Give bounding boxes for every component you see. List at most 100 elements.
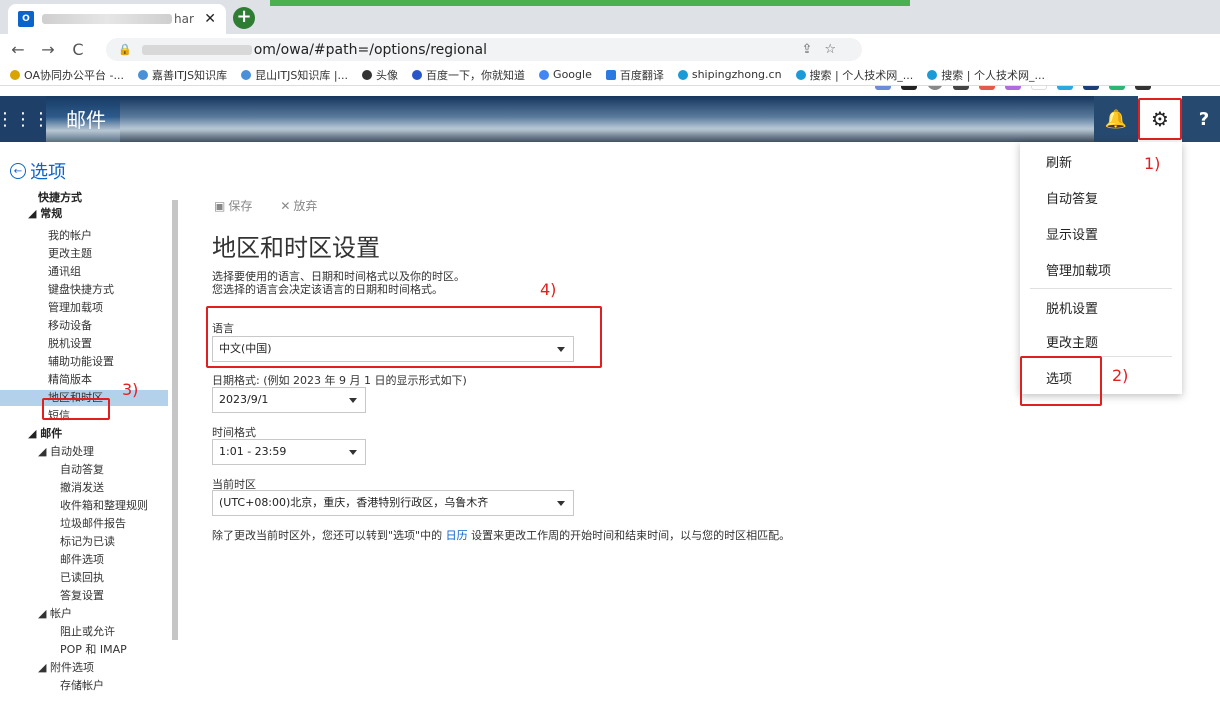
tab-strip-accent — [270, 0, 910, 6]
nav-item[interactable]: 垃圾邮件报告 — [0, 516, 168, 532]
site-icon — [677, 69, 688, 80]
nav-item[interactable]: 辅助功能设置 — [0, 354, 168, 370]
nav-item[interactable]: 我的帐户 — [0, 228, 168, 244]
nav-item[interactable]: 自动答复 — [0, 462, 168, 478]
back-circle-icon: ← — [10, 163, 26, 179]
bell-icon[interactable]: 🔔 — [1094, 96, 1138, 142]
nav-item[interactable]: 邮件选项 — [0, 552, 168, 568]
menu-options[interactable]: 选项 — [1046, 368, 1072, 387]
menu-divider — [1030, 356, 1172, 357]
desc-line: 选择要使用的语言、日期和时间格式以及你的时区。 — [212, 270, 465, 283]
nav-scrollbar[interactable] — [172, 200, 178, 640]
share-star-icons[interactable]: ⇪☆ — [801, 42, 848, 57]
app-title[interactable]: 邮件 — [66, 104, 106, 133]
menu-change-theme[interactable]: 更改主题 — [1046, 332, 1098, 351]
chevron-down-icon — [557, 501, 565, 506]
nav-item[interactable]: 存储帐户 — [0, 678, 168, 694]
nav-item[interactable]: 答复设置 — [0, 588, 168, 604]
menu-auto-reply[interactable]: 自动答复 — [1046, 188, 1098, 207]
nav-item[interactable]: POP 和 IMAP — [0, 642, 168, 658]
timezone-note: 除了更改当前时区外，您还可以转到"选项"中的 日历 设置来更改工作周的开始时间和… — [212, 529, 791, 542]
bookmark-item[interactable]: OA协同办公平台 -... — [10, 67, 124, 83]
blurred-title — [42, 14, 172, 24]
date-format-label: 日期格式: (例如 2023 年 9 月 1 日的显示形式如下) — [212, 374, 467, 387]
nav-item[interactable]: 已读回执 — [0, 570, 168, 586]
new-tab-button[interactable]: + — [233, 7, 255, 29]
bookmark-icon — [241, 69, 252, 80]
nav-item[interactable]: 标记为已读 — [0, 534, 168, 550]
bookmark-item[interactable]: 百度翻译 — [605, 67, 664, 83]
time-format-select[interactable]: 1:01 - 23:59 — [212, 439, 366, 465]
language-label: 语言 — [212, 322, 234, 335]
desc-line: 您选择的语言会决定该语言的日期和时间格式。 — [212, 283, 443, 296]
nav-item[interactable]: 收件箱和整理规则 — [0, 498, 168, 514]
nav-item[interactable]: 通讯组 — [0, 264, 168, 280]
nav-item[interactable]: 移动设备 — [0, 318, 168, 334]
gear-icon[interactable]: ⚙ — [1138, 96, 1182, 142]
nav-item[interactable]: 脱机设置 — [0, 336, 168, 352]
bookmark-item[interactable]: shipingzhong.cn — [677, 68, 782, 81]
back-arrow-icon[interactable]: ← — [6, 40, 30, 59]
browser-tab-bar: O har ✕ + — [0, 0, 1220, 34]
nav-attach[interactable]: ◢ 附件选项 — [0, 660, 168, 676]
date-format-select[interactable]: 2023/9/1 — [212, 387, 366, 413]
forward-arrow-icon[interactable]: → — [36, 40, 60, 59]
back-to-options[interactable]: ← 选项 — [10, 158, 66, 184]
nav-item[interactable]: 阻止或允许 — [0, 624, 168, 640]
nav-shortcuts[interactable]: 快捷方式 — [0, 190, 168, 206]
bookmark-item[interactable]: 头像 — [362, 67, 398, 83]
menu-manage-addins[interactable]: 管理加载项 — [1046, 260, 1111, 279]
chevron-down-icon — [557, 347, 565, 352]
nav-item[interactable]: 撤消发送 — [0, 480, 168, 496]
nav-item[interactable]: 键盘快捷方式 — [0, 282, 168, 298]
star-icon — [10, 69, 20, 80]
translate-icon — [605, 69, 616, 80]
help-icon[interactable]: ? — [1182, 96, 1220, 142]
bookmark-item[interactable]: 昆山ITJS知识库 |... — [241, 67, 348, 83]
timezone-value: (UTC+08:00)北京，重庆，香港特别行政区，乌鲁木齐 — [219, 496, 489, 509]
nav-item[interactable]: 更改主题 — [0, 246, 168, 262]
menu-display-settings[interactable]: 显示设置 — [1046, 224, 1098, 243]
app-launcher-icon[interactable]: ⋮⋮⋮ — [0, 96, 50, 142]
calendar-link[interactable]: 日历 — [446, 529, 468, 542]
save-icon: ▣ — [214, 199, 226, 213]
menu-divider — [1030, 288, 1172, 289]
nav-general[interactable]: ◢ 常规 — [0, 206, 168, 222]
address-bar-row: ← → C 🔒 om/owa/#path=/options/regional ⇪… — [0, 34, 1220, 90]
bookmark-item[interactable]: 搜索 | 个人技术网_... — [927, 67, 1045, 83]
nav-auto[interactable]: ◢ 自动处理 — [0, 444, 168, 460]
reload-icon[interactable]: C — [66, 40, 90, 59]
bookmark-item[interactable]: 搜索 | 个人技术网_... — [795, 67, 913, 83]
toolbar: ▣ 保存 ✕ 放弃 — [214, 197, 317, 214]
url-text: om/owa/#path=/options/regional — [253, 41, 487, 58]
bookmark-item[interactable]: Google — [539, 68, 592, 81]
language-value: 中文(中国) — [219, 342, 272, 355]
annotation-label: 3) — [122, 380, 139, 399]
menu-refresh[interactable]: 刷新 — [1046, 152, 1072, 171]
nav-item[interactable]: 管理加载项 — [0, 300, 168, 316]
annotation-label: 1) — [1144, 154, 1161, 173]
nav-accounts[interactable]: ◢ 帐户 — [0, 606, 168, 622]
owa-header: ⋮⋮⋮ 邮件 🔔 ⚙ ? — [0, 96, 1220, 142]
timezone-select[interactable]: (UTC+08:00)北京，重庆，香港特别行政区，乌鲁木齐 — [212, 490, 574, 516]
close-tab-icon[interactable]: ✕ — [204, 11, 216, 27]
date-format-value: 2023/9/1 — [219, 393, 269, 406]
baidu-icon — [412, 69, 423, 80]
blurred-host — [141, 44, 252, 55]
scrollbar-thumb[interactable] — [172, 200, 178, 640]
options-nav: 快捷方式 ◢ 常规 我的帐户 更改主题 通讯组 键盘快捷方式 管理加载项 移动设… — [0, 190, 168, 725]
browser-tab[interactable]: O har ✕ — [8, 4, 226, 34]
annotation-label: 2) — [1112, 366, 1129, 385]
save-button[interactable]: ▣ 保存 — [214, 197, 252, 214]
nav-item-regional[interactable]: 地区和时区 — [0, 390, 168, 406]
bookmark-item[interactable]: 嘉善ITJS知识库 — [137, 67, 227, 83]
discard-button[interactable]: ✕ 放弃 — [280, 197, 317, 214]
url-field[interactable]: 🔒 om/owa/#path=/options/regional ⇪☆ — [106, 38, 862, 61]
bookmark-item[interactable]: 百度一下，你就知道 — [412, 67, 525, 83]
language-select[interactable]: 中文(中国) — [212, 336, 574, 362]
nav-mail[interactable]: ◢ 邮件 — [0, 426, 168, 442]
bookmarks-bar: OA协同办公平台 -... 嘉善ITJS知识库 昆山ITJS知识库 |... 头… — [0, 64, 1220, 86]
nav-item[interactable]: 短信 — [0, 408, 168, 424]
menu-offline-settings[interactable]: 脱机设置 — [1046, 298, 1098, 317]
nav-item[interactable]: 精简版本 — [0, 372, 168, 388]
